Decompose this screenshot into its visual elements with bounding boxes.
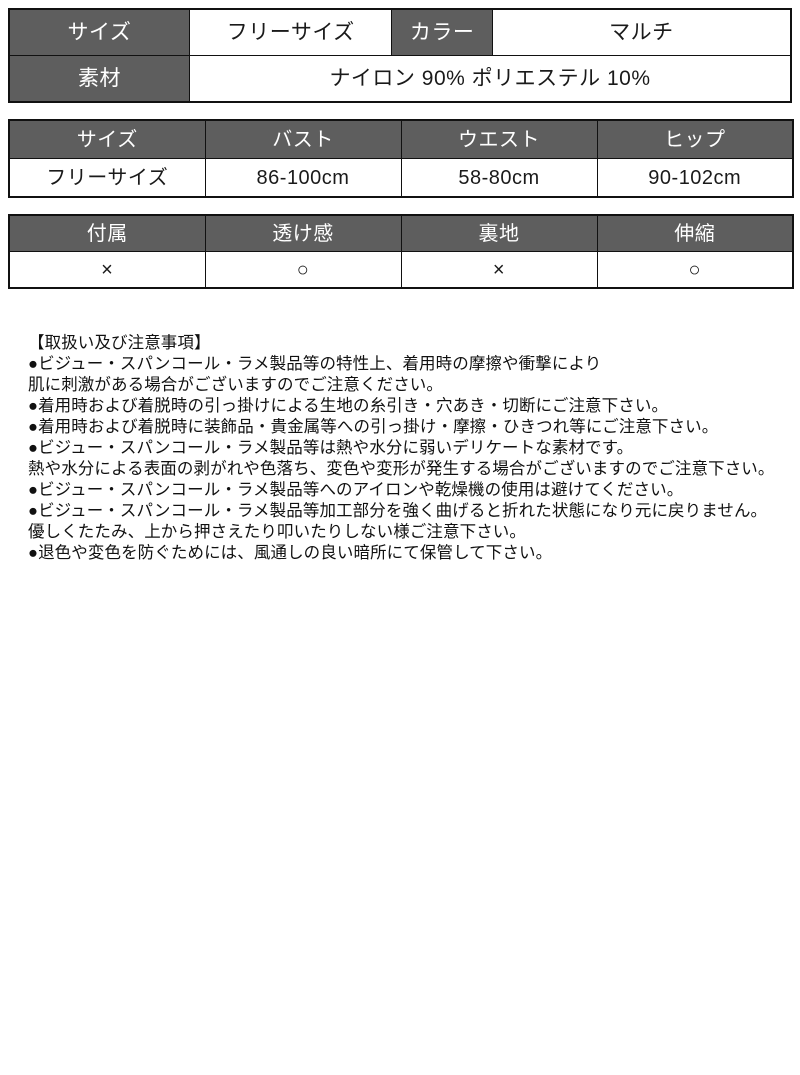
basic-info-table: サイズ フリーサイズ カラー マルチ 素材 ナイロン 90% ポリエステル 10…: [8, 8, 792, 103]
measure-value-hip: 90-102cm: [596, 158, 794, 198]
product-spec-sheet: サイズ フリーサイズ カラー マルチ 素材 ナイロン 90% ポリエステル 10…: [0, 8, 800, 1075]
table-header-row: 付属 透け感 裏地 伸縮: [8, 214, 794, 252]
measurements-table: サイズ バスト ウエスト ヒップ フリーサイズ 86-100cm 58-80cm…: [8, 119, 794, 198]
care-note-line: ●ビジュー・スパンコール・ラメ製品等の特性上、着用時の摩擦や衝撃により: [28, 355, 602, 373]
feature-header-stretch: 伸縮: [596, 214, 794, 252]
measure-value-bust: 86-100cm: [204, 158, 402, 198]
feature-header-lining: 裏地: [400, 214, 598, 252]
feature-value-sheerness: ○: [204, 251, 402, 289]
table-row: フリーサイズ 86-100cm 58-80cm 90-102cm: [8, 158, 794, 198]
measure-header-bust: バスト: [204, 119, 402, 159]
care-note-line: ●ビジュー・スパンコール・ラメ製品等へのアイロンや乾燥機の使用は避けてください。: [28, 481, 684, 499]
size-value-cell: フリーサイズ: [188, 8, 393, 56]
care-notes: 【取扱い及び注意事項】 ●ビジュー・スパンコール・ラメ製品等の特性上、着用時の摩…: [28, 333, 776, 564]
care-note-line: ●着用時および着脱時に装飾品・貴金属等への引っ掛け・摩擦・ひきつれ等にご注意下さ…: [28, 418, 719, 436]
material-label-cell: 素材: [8, 55, 190, 103]
features-table: 付属 透け感 裏地 伸縮 × ○ × ○: [8, 214, 794, 289]
feature-value-stretch: ○: [596, 251, 794, 289]
color-value-cell: マルチ: [491, 8, 792, 56]
measure-header-size: サイズ: [8, 119, 206, 159]
measure-header-hip: ヒップ: [596, 119, 794, 159]
measure-header-waist: ウエスト: [400, 119, 598, 159]
material-value-cell: ナイロン 90% ポリエステル 10%: [188, 55, 792, 103]
measure-value-size: フリーサイズ: [8, 158, 206, 198]
care-note-line: ●退色や変色を防ぐためには、風通しの良い暗所にて保管して下さい。: [28, 544, 553, 562]
feature-value-lining: ×: [400, 251, 598, 289]
color-label-cell: カラー: [391, 8, 493, 56]
table-row: × ○ × ○: [8, 251, 794, 289]
care-note-line: 肌に刺激がある場合がございますのでご注意ください。: [28, 376, 443, 394]
table-row: サイズ フリーサイズ カラー マルチ: [8, 8, 792, 56]
table-row: 素材 ナイロン 90% ポリエステル 10%: [8, 55, 792, 103]
care-notes-title: 【取扱い及び注意事項】: [28, 334, 211, 352]
feature-header-accessory: 付属: [8, 214, 206, 252]
table-header-row: サイズ バスト ウエスト ヒップ: [8, 119, 794, 159]
care-note-line: ●着用時および着脱時の引っ掛けによる生地の糸引き・穴あき・切断にご注意下さい。: [28, 397, 669, 415]
care-note-line: ●ビジュー・スパンコール・ラメ製品等加工部分を強く曲げると折れた状態になり元に戻…: [28, 502, 768, 520]
care-note-line: 熱や水分による表面の剥がれや色落ち、変色や変形が発生する場合がございますのでご注…: [28, 460, 775, 478]
feature-header-sheerness: 透け感: [204, 214, 402, 252]
care-note-line: ●ビジュー・スパンコール・ラメ製品等は熱や水分に弱いデリケートな素材です。: [28, 439, 634, 457]
care-note-line: 優しくたたみ、上から押さえたり叩いたりしない様ご注意下さい。: [28, 523, 526, 541]
size-label-cell: サイズ: [8, 8, 190, 56]
feature-value-accessory: ×: [8, 251, 206, 289]
measure-value-waist: 58-80cm: [400, 158, 598, 198]
